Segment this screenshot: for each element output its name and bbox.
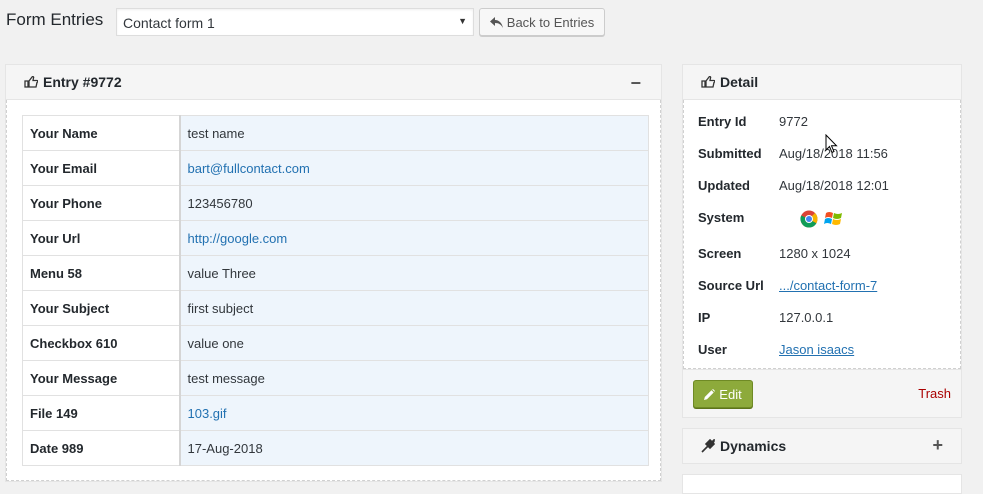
chrome-browser-icon — [800, 210, 818, 228]
field-label: Your Name — [22, 115, 181, 151]
detail-panel: Detail Entry Id 9772 Submitted Aug/18/20… — [682, 64, 962, 418]
field-label: Your Subject — [22, 290, 181, 326]
entry-field-row: Your Message test message — [22, 360, 649, 396]
field-value-link[interactable]: bart@fullcontact.com — [179, 150, 649, 186]
back-to-entries-label: Back to Entries — [506, 14, 595, 30]
detail-panel-header: Detail — [683, 65, 961, 100]
dynamics-title: Dynamics — [720, 438, 787, 454]
entry-field-row: Your Name test name — [22, 115, 649, 151]
detail-key: Source Url — [698, 278, 764, 293]
detail-value: 1280 x 1024 — [779, 246, 851, 261]
entry-field-row: File 149 103.gif — [22, 395, 649, 431]
detail-key: Entry Id — [698, 114, 747, 129]
field-label: Your Message — [22, 360, 181, 396]
field-label: Your Url — [22, 220, 181, 256]
pencil-icon — [704, 388, 716, 400]
detail-value: 9772 — [779, 114, 808, 129]
detail-key: User — [698, 342, 727, 357]
detail-value: Aug/18/2018 12:01 — [779, 178, 889, 193]
field-label: Menu 58 — [22, 255, 181, 291]
field-value: value one — [179, 325, 649, 361]
detail-footer: Edit Trash — [683, 369, 961, 417]
mouse-cursor-icon — [825, 134, 838, 154]
detail-key: IP — [698, 310, 711, 325]
edit-button[interactable]: Edit — [693, 380, 753, 408]
entry-panel: Entry #9772 − Your Name test name Your Ema… — [5, 64, 662, 482]
trash-link[interactable]: Trash — [918, 386, 951, 401]
edit-label: Edit — [719, 386, 742, 402]
dynamics-panel-header[interactable]: Dynamics — [683, 429, 961, 463]
back-to-entries-button[interactable]: Back to Entries — [479, 8, 605, 36]
detail-key: Updated — [698, 178, 750, 193]
source-url-link[interactable]: .../contact-form-7 — [779, 278, 877, 293]
field-value: 123456780 — [179, 185, 649, 221]
field-value-link[interactable]: http://google.com — [179, 220, 649, 256]
field-value: test name — [179, 115, 649, 151]
entry-field-row: Date 989 17-Aug-2018 — [22, 430, 649, 466]
reply-arrow-icon — [489, 16, 503, 28]
detail-value: 127.0.0.1 — [779, 310, 834, 325]
field-value: value Three — [179, 255, 649, 291]
entry-field-row: Menu 58 value Three — [22, 255, 649, 291]
field-value: 17-Aug-2018 — [179, 430, 649, 466]
dynamics-panel[interactable]: Dynamics + — [682, 428, 962, 464]
entry-field-row: Your Url http://google.com — [22, 220, 649, 256]
form-select[interactable]: Contact form 1 ▼ — [116, 8, 474, 36]
entry-field-row: Checkbox 610 value one — [22, 325, 649, 361]
user-link[interactable]: Jason isaacs — [779, 342, 854, 357]
windows-os-icon — [824, 212, 842, 225]
entry-title: Entry #9772 — [43, 74, 122, 90]
form-select-value: Contact form 1 — [123, 15, 215, 31]
expand-plus-icon[interactable]: + — [932, 435, 943, 456]
collapsed-panel — [682, 474, 962, 494]
entry-fields-table: Your Name test name Your Email bart@fullcon… — [22, 115, 649, 466]
field-value-link[interactable]: 103.gif — [179, 395, 649, 431]
field-label: Your Phone — [22, 185, 181, 221]
hand-pointer-icon — [701, 76, 715, 88]
field-value: test message — [179, 360, 649, 396]
detail-body: Entry Id 9772 Submitted Aug/18/2018 11:5… — [683, 100, 961, 369]
field-label: Your Email — [22, 150, 181, 186]
detail-title: Detail — [720, 74, 759, 90]
entry-field-row: Your Subject first subject — [22, 290, 649, 326]
plug-icon — [701, 439, 715, 453]
field-value: first subject — [179, 290, 649, 326]
detail-key: Submitted — [698, 146, 762, 161]
field-label: File 149 — [22, 395, 181, 431]
entry-field-row: Your Email bart@fullcontact.com — [22, 150, 649, 186]
collapse-toggle-icon[interactable]: − — [630, 73, 641, 94]
field-label: Date 989 — [22, 430, 181, 466]
entry-panel-header: Entry #9772 — [6, 65, 661, 100]
hand-pointer-icon — [24, 76, 38, 88]
detail-key: System — [698, 210, 745, 225]
field-label: Checkbox 610 — [22, 325, 181, 361]
entry-body: Your Name test name Your Email bart@fullcon… — [6, 100, 661, 481]
page-title: Form Entries — [6, 10, 104, 29]
entry-field-row: Your Phone 123456780 — [22, 185, 649, 221]
chevron-down-icon: ▼ — [458, 16, 467, 26]
detail-key: Screen — [698, 246, 742, 261]
